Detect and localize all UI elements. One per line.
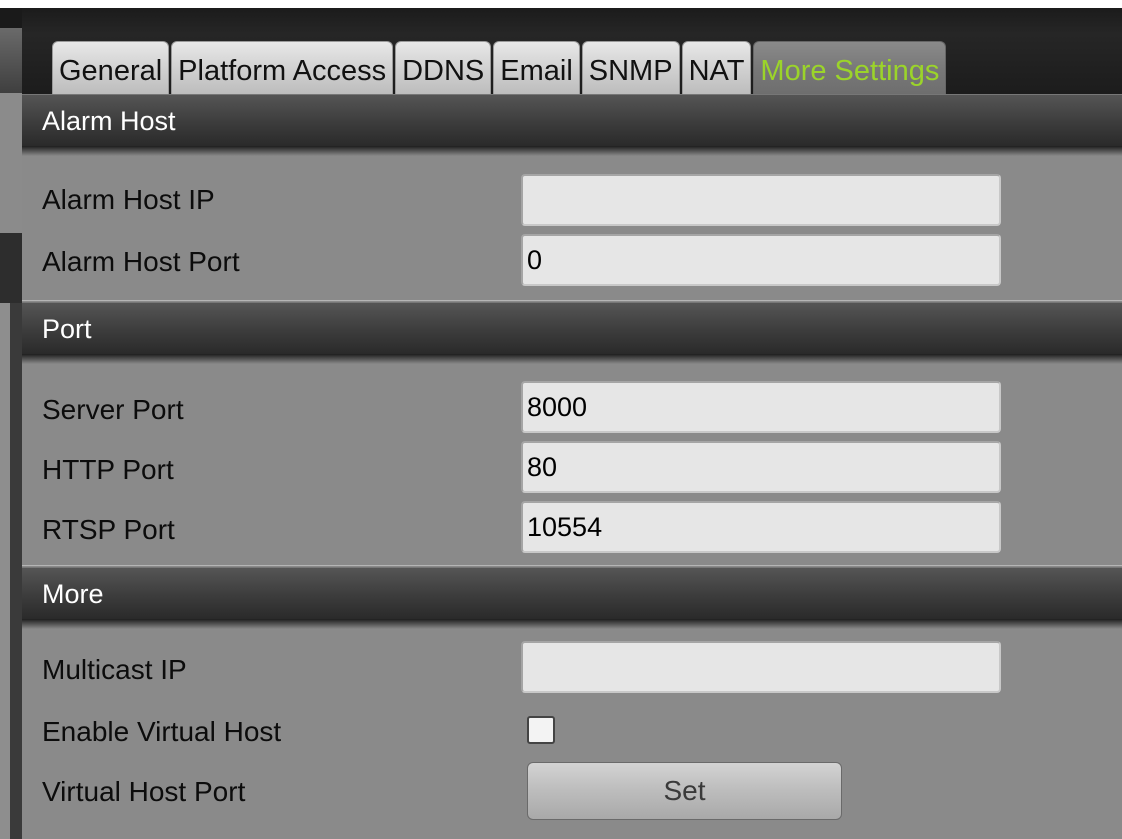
- http-port-field[interactable]: 80: [521, 441, 1001, 493]
- section-divider: [22, 565, 1122, 566]
- server-port-label: Server Port: [42, 394, 184, 425]
- header-shadow: [22, 354, 1122, 364]
- left-strip-segment: [0, 28, 22, 93]
- tab-bar: General Platform Access DDNS Email SNMP …: [22, 8, 1122, 100]
- left-side-panel: [0, 8, 22, 839]
- section-header-more: More: [22, 567, 1122, 629]
- rtsp-port-label: RTSP Port: [42, 514, 175, 545]
- settings-panel: Alarm Host Alarm Host IP Alarm Host Port…: [22, 94, 1122, 839]
- left-strip-top: [0, 8, 22, 28]
- enable-virtual-host-label: Enable Virtual Host: [42, 716, 282, 747]
- tab-platform-access[interactable]: Platform Access: [171, 41, 394, 100]
- virtual-host-port-label: Virtual Host Port: [42, 776, 246, 807]
- alarm-host-port-field[interactable]: 0: [521, 234, 1001, 286]
- virtual-host-port-set-button[interactable]: Set: [527, 762, 842, 820]
- tab-nat[interactable]: NAT: [681, 41, 752, 100]
- header-shadow: [22, 146, 1122, 156]
- left-strip-segment: [10, 303, 22, 839]
- multicast-ip-field[interactable]: [521, 641, 1001, 693]
- multicast-ip-label: Multicast IP: [42, 654, 187, 685]
- left-strip-segment: [0, 93, 22, 233]
- server-port-field[interactable]: 8000: [521, 381, 1001, 433]
- section-header-alarm-host: Alarm Host: [22, 94, 1122, 156]
- section-title: Port: [42, 314, 92, 344]
- enable-virtual-host-checkbox[interactable]: [527, 716, 555, 744]
- section-header-port: Port: [22, 302, 1122, 364]
- alarm-host-ip-label: Alarm Host IP: [42, 184, 215, 215]
- tab-snmp[interactable]: SNMP: [581, 41, 680, 100]
- alarm-host-ip-field[interactable]: [521, 174, 1001, 226]
- http-port-label: HTTP Port: [42, 454, 174, 485]
- section-title: Alarm Host: [42, 106, 176, 136]
- header-shadow: [22, 619, 1122, 629]
- settings-window: General Platform Access DDNS Email SNMP …: [0, 0, 1122, 839]
- tab-more-settings[interactable]: More Settings: [753, 41, 947, 100]
- left-strip-segment: [0, 233, 22, 303]
- alarm-host-port-label: Alarm Host Port: [42, 246, 240, 277]
- rtsp-port-field[interactable]: 10554: [521, 501, 1001, 553]
- section-title: More: [42, 579, 104, 609]
- tab-ddns[interactable]: DDNS: [395, 41, 492, 100]
- tab-list: General Platform Access DDNS Email SNMP …: [52, 41, 947, 100]
- tab-email[interactable]: Email: [493, 41, 580, 100]
- left-strip-segment: [0, 303, 10, 839]
- tab-general[interactable]: General: [52, 41, 170, 100]
- section-divider: [22, 300, 1122, 301]
